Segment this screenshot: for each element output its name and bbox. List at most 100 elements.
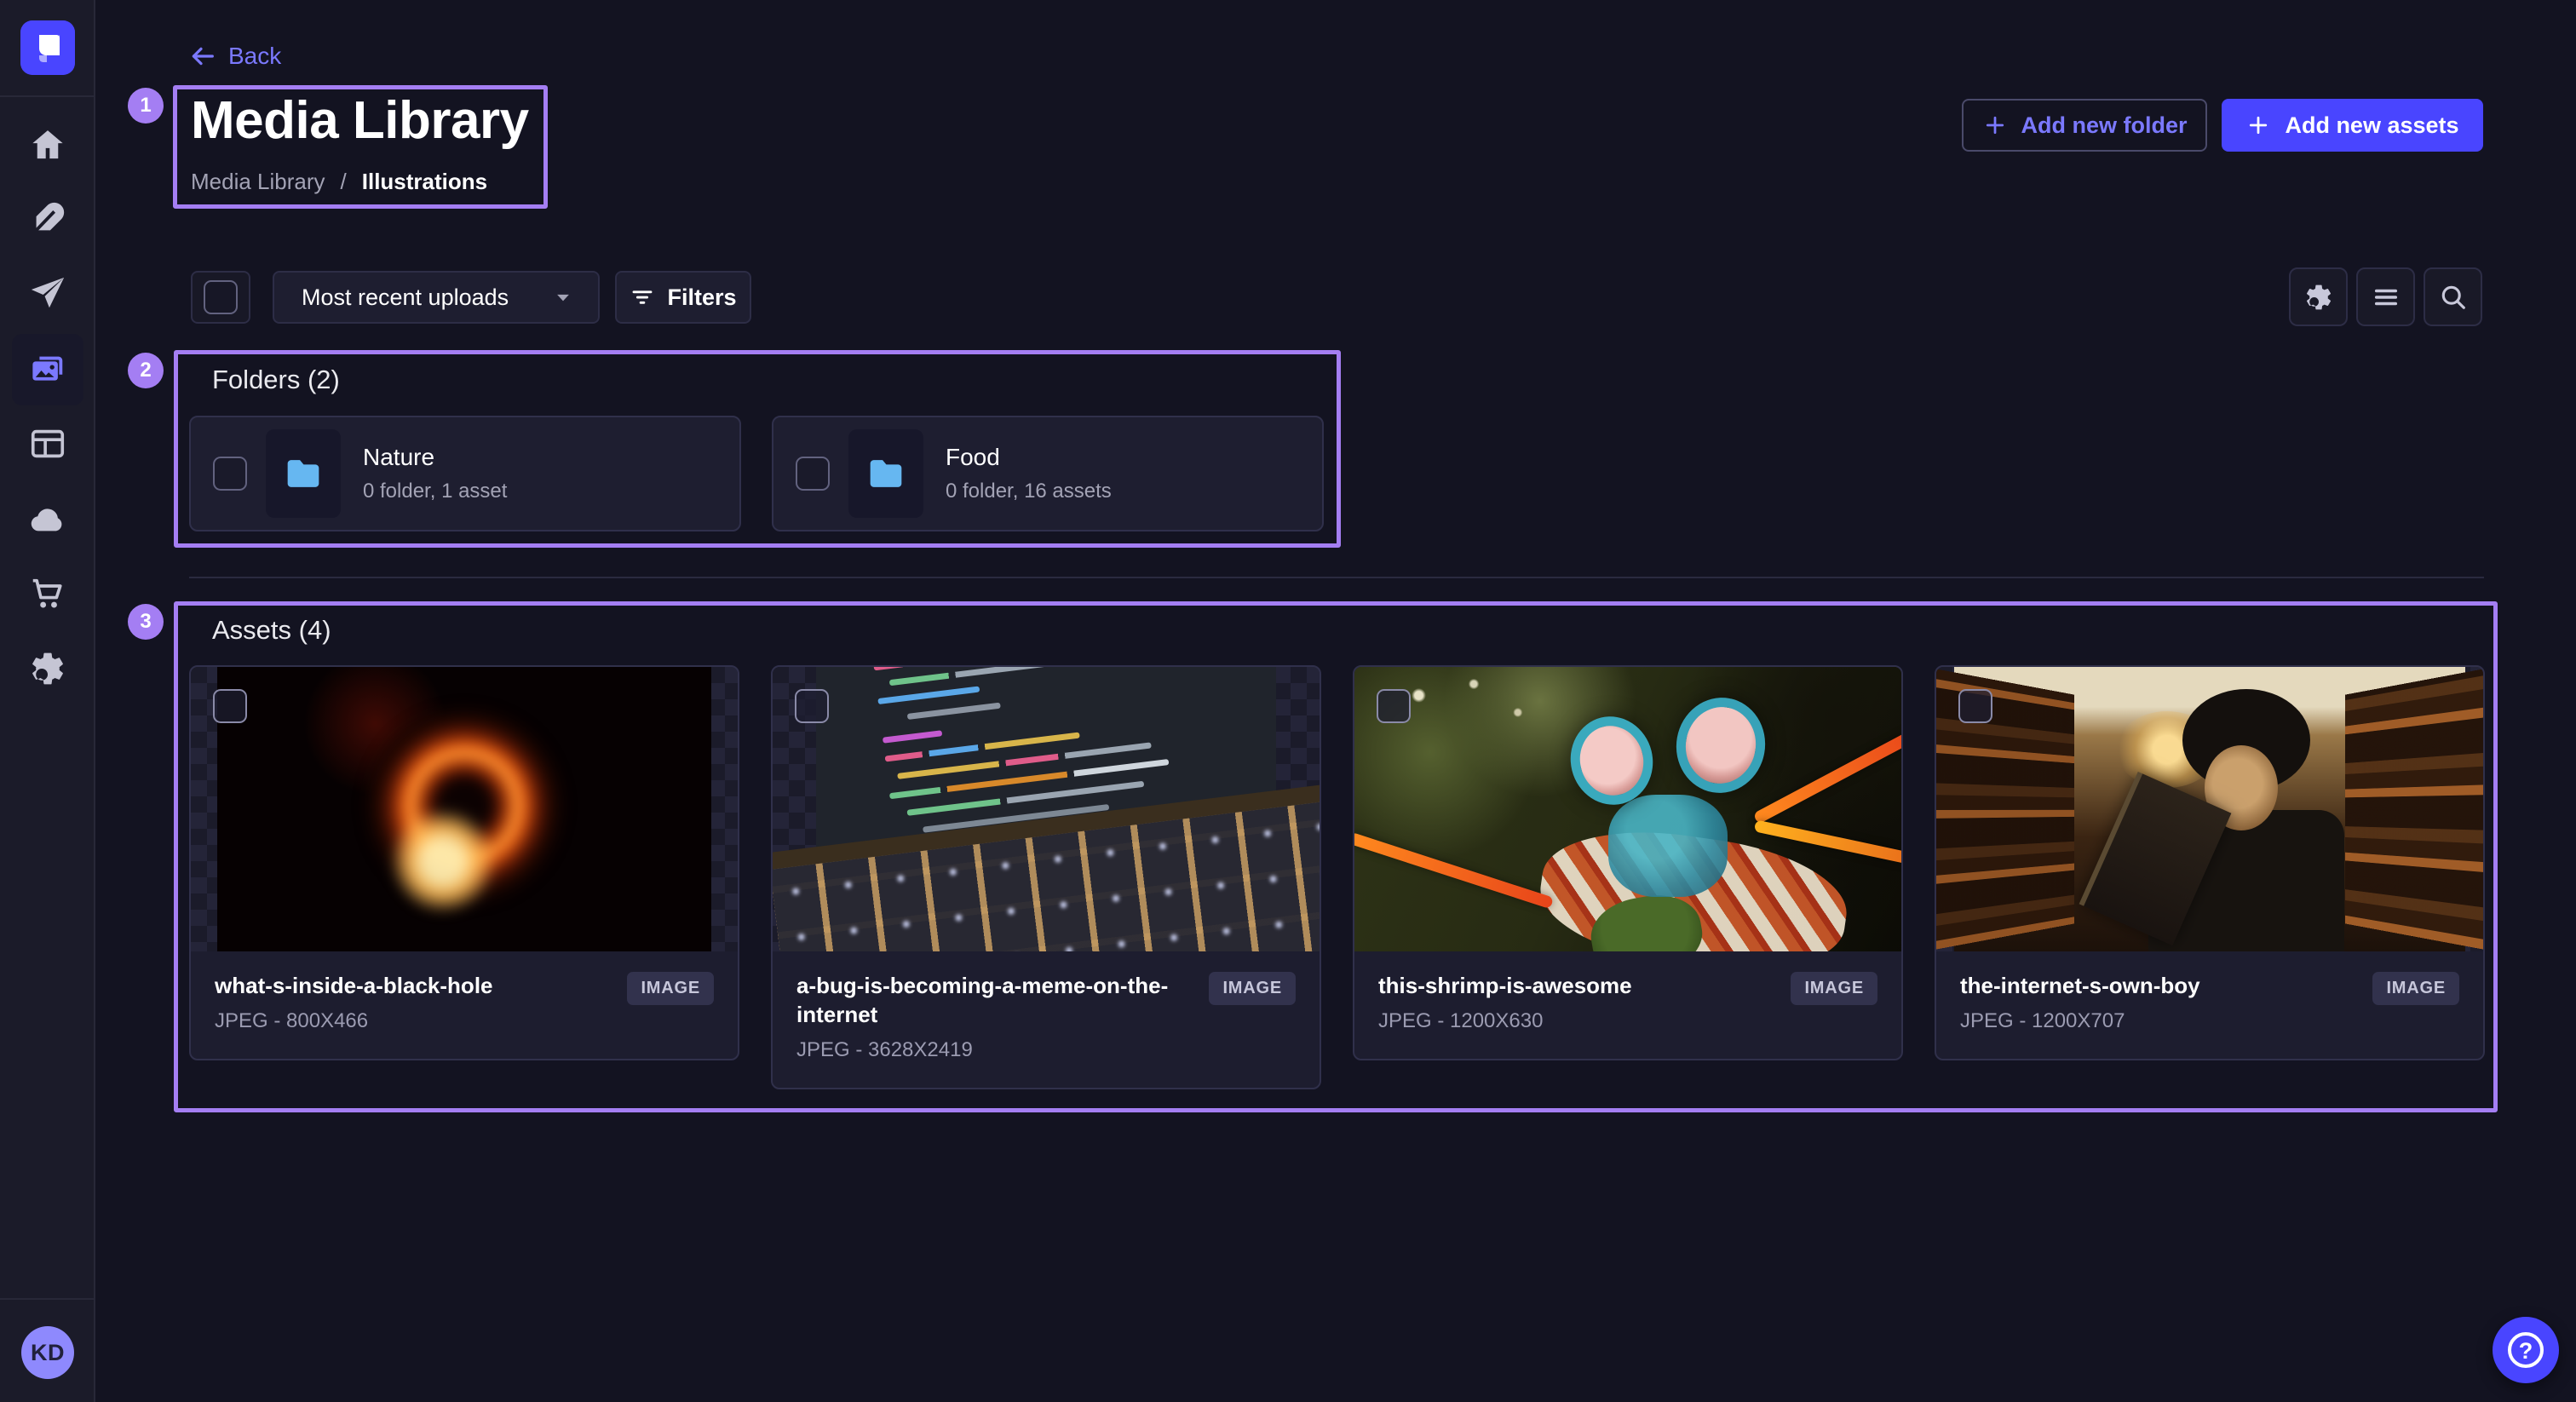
asset-preview <box>191 667 738 951</box>
folder-meta: 0 folder, 16 assets <box>946 480 1112 503</box>
asset-thumbnail-shrimp <box>1354 667 1901 951</box>
folder-icon <box>865 452 907 495</box>
search-button[interactable] <box>2424 267 2482 326</box>
sidebar-item-releases[interactable] <box>12 258 83 330</box>
annotation-marker-3: 3 <box>128 604 164 640</box>
asset-meta: JPEG - 1200X630 <box>1378 1009 1775 1033</box>
asset-meta: JPEG - 1200X707 <box>1960 1009 2357 1033</box>
filter-icon <box>630 284 655 310</box>
asset-preview <box>773 667 1320 951</box>
assets-heading: Assets (4) <box>212 615 331 646</box>
asset-thumbnail-black-hole <box>217 667 711 951</box>
asset-meta: JPEG - 800X466 <box>215 1009 612 1033</box>
list-view-button[interactable] <box>2356 267 2415 326</box>
gear-icon <box>28 649 67 688</box>
plus-icon <box>1982 112 2008 138</box>
asset-checkbox[interactable] <box>213 689 247 723</box>
folder-card-food[interactable]: Food 0 folder, 16 assets <box>772 416 1324 531</box>
question-circle-icon: ? <box>2508 1332 2544 1368</box>
search-icon <box>2438 282 2469 313</box>
folder-checkbox[interactable] <box>213 457 247 491</box>
arrow-left-icon <box>189 43 216 70</box>
breadcrumb-separator: / <box>341 169 347 195</box>
feather-icon <box>28 199 67 238</box>
asset-title: a-bug-is-becoming-a-meme-on-the-internet <box>796 972 1193 1030</box>
sidebar-bottom-divider <box>0 1298 94 1300</box>
asset-checkbox[interactable] <box>1958 689 1992 723</box>
folder-meta: 0 folder, 1 asset <box>363 480 507 503</box>
sort-select-value: Most recent uploads <box>302 284 509 311</box>
back-label: Back <box>228 43 281 70</box>
asset-type-badge: IMAGE <box>1791 972 1877 1005</box>
gear-icon <box>2303 282 2334 313</box>
asset-card-black-hole[interactable]: what-s-inside-a-black-hole JPEG - 800X46… <box>189 665 739 1060</box>
sidebar-item-deploy[interactable] <box>12 484 83 555</box>
section-divider <box>189 577 2484 578</box>
asset-type-badge: IMAGE <box>627 972 714 1005</box>
asset-title: what-s-inside-a-black-hole <box>215 972 612 1001</box>
asset-preview <box>1354 667 1901 951</box>
sidebar-item-home[interactable] <box>12 109 83 181</box>
asset-type-badge: IMAGE <box>1209 972 1296 1005</box>
folders-heading: Folders (2) <box>212 365 340 395</box>
breadcrumb: Media Library / Illustrations <box>191 169 487 195</box>
folder-name: Food <box>946 444 1112 471</box>
select-all-checkbox[interactable] <box>204 280 238 314</box>
asset-preview <box>1936 667 2483 951</box>
asset-caption: what-s-inside-a-black-hole JPEG - 800X46… <box>191 951 738 1059</box>
list-icon <box>2371 282 2401 313</box>
cart-icon <box>28 574 67 613</box>
folder-card-nature[interactable]: Nature 0 folder, 1 asset <box>189 416 741 531</box>
sort-select[interactable]: Most recent uploads <box>273 271 600 324</box>
breadcrumb-current: Illustrations <box>362 169 487 195</box>
media-library-icon <box>28 350 67 389</box>
sidebar: KD <box>0 0 95 1402</box>
add-new-folder-button[interactable]: Add new folder <box>1962 99 2207 152</box>
asset-caption: this-shrimp-is-awesome JPEG - 1200X630 I… <box>1354 951 1901 1059</box>
asset-card-shrimp[interactable]: this-shrimp-is-awesome JPEG - 1200X630 I… <box>1353 665 1903 1060</box>
asset-thumbnail-library <box>1954 667 2465 951</box>
avatar[interactable]: KD <box>21 1326 74 1379</box>
cloud-icon <box>28 500 67 539</box>
sidebar-item-media-library[interactable] <box>12 334 83 405</box>
sidebar-item-marketplace[interactable] <box>12 558 83 629</box>
asset-meta: JPEG - 3628X2419 <box>796 1038 1193 1062</box>
folder-checkbox[interactable] <box>796 457 830 491</box>
folder-tile <box>266 429 341 518</box>
strapi-logo[interactable] <box>20 20 75 75</box>
sidebar-item-content-type-builder[interactable] <box>12 408 83 480</box>
add-new-assets-button[interactable]: Add new assets <box>2222 99 2483 152</box>
asset-title: the-internet-s-own-boy <box>1960 972 2357 1001</box>
asset-type-badge: IMAGE <box>2372 972 2459 1005</box>
folder-name: Nature <box>363 444 507 471</box>
paper-plane-icon <box>28 274 67 313</box>
asset-checkbox[interactable] <box>1377 689 1411 723</box>
layout-icon <box>28 424 67 463</box>
plus-icon <box>2245 112 2271 138</box>
avatar-initials: KD <box>31 1340 65 1366</box>
asset-title: this-shrimp-is-awesome <box>1378 972 1775 1001</box>
breadcrumb-root[interactable]: Media Library <box>191 169 325 195</box>
asset-thumbnail-code <box>816 667 1276 951</box>
asset-card-bug-meme[interactable]: a-bug-is-becoming-a-meme-on-the-internet… <box>771 665 1321 1089</box>
annotation-marker-1: 1 <box>128 88 164 124</box>
folder-icon <box>282 452 325 495</box>
asset-card-internets-own-boy[interactable]: the-internet-s-own-boy JPEG - 1200X707 I… <box>1935 665 2485 1060</box>
sidebar-item-settings[interactable] <box>12 633 83 704</box>
chevron-down-icon <box>550 284 576 310</box>
sidebar-divider <box>0 95 94 97</box>
view-settings-button[interactable] <box>2289 267 2348 326</box>
filters-button[interactable]: Filters <box>615 271 751 324</box>
asset-caption: the-internet-s-own-boy JPEG - 1200X707 I… <box>1936 951 2483 1059</box>
asset-checkbox[interactable] <box>795 689 829 723</box>
home-icon <box>28 125 67 164</box>
annotation-marker-2: 2 <box>128 353 164 388</box>
select-all-checkbox-wrapper[interactable] <box>191 271 250 324</box>
help-button[interactable]: ? <box>2493 1317 2559 1383</box>
folder-tile <box>848 429 923 518</box>
sidebar-item-content-manager[interactable] <box>12 183 83 255</box>
asset-caption: a-bug-is-becoming-a-meme-on-the-internet… <box>773 951 1320 1088</box>
assets-grid: what-s-inside-a-black-hole JPEG - 800X46… <box>189 665 2485 1089</box>
back-link[interactable]: Back <box>189 43 281 70</box>
page-title: Media Library <box>191 90 529 151</box>
